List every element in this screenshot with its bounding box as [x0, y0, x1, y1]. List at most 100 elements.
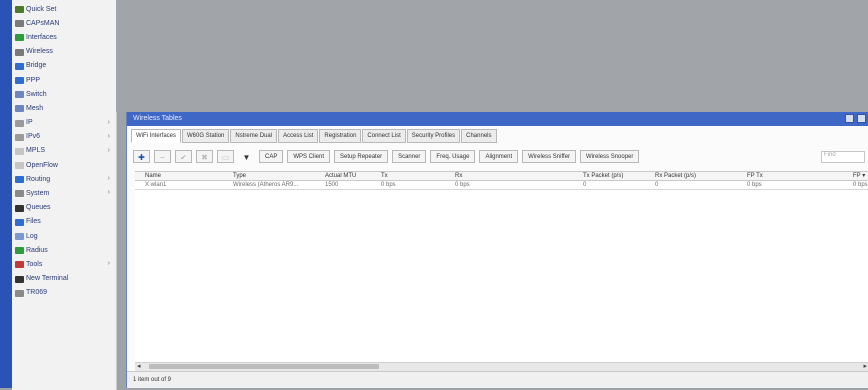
bridge-icon — [15, 62, 24, 70]
tab-connect-list[interactable]: Connect List — [362, 129, 406, 143]
sidebar-item-label: Routing — [26, 175, 51, 183]
column-header[interactable]: Tx Packet (p/s) — [583, 172, 623, 181]
sidebar-item-ip[interactable]: IP › — [12, 116, 116, 130]
column-header[interactable]: Actual MTU — [325, 172, 356, 181]
files-icon — [15, 218, 24, 226]
sidebar-item-tools[interactable]: Tools › — [12, 257, 116, 271]
sidebar-item-radius[interactable]: Radius — [12, 243, 116, 257]
cap-button[interactable]: CAP — [259, 149, 284, 163]
sidebar-item-label: Tools — [26, 260, 43, 268]
horizontal-scrollbar[interactable]: ◂ ▸ — [135, 362, 868, 371]
sidebar-item-label: Mesh — [26, 104, 44, 112]
interfaces-icon — [15, 34, 24, 42]
column-header[interactable]: Name — [145, 172, 161, 181]
window-restore-button[interactable] — [845, 114, 854, 123]
winbox-app: Quick Set CAPsMAN Interfaces Wireless Bridge… — [0, 0, 868, 390]
add-button[interactable]: ✚ — [133, 149, 150, 163]
sidebar-item-wireless[interactable]: Wireless — [12, 45, 116, 59]
mesh-icon — [15, 105, 24, 113]
tab-access-list[interactable]: Access List — [278, 129, 319, 143]
alignment-button[interactable]: Alignment — [479, 149, 519, 163]
routing-icon — [15, 176, 24, 184]
table-cell: 1500 — [325, 182, 339, 188]
sidebar-item-routing[interactable]: Routing › — [12, 172, 116, 186]
sidebar-item-label: Queues — [26, 204, 51, 212]
table-cell: 0 bps — [381, 182, 396, 188]
window-close-button[interactable] — [857, 114, 866, 123]
column-header[interactable]: Tx — [381, 172, 388, 181]
tab-w60g-station[interactable]: W60G Station — [182, 129, 230, 143]
column-header[interactable]: Rx Packet (p/s) — [655, 172, 696, 181]
enable-button[interactable]: ✔ — [175, 149, 192, 163]
scrollbar-thumb[interactable] — [149, 364, 379, 369]
capsman-icon — [15, 20, 24, 28]
sidebar-item-ppp[interactable]: PPP — [12, 73, 116, 87]
item-count-status: 1 item out of 9 — [133, 377, 172, 383]
wireless-tables-window: Wireless Tables WiFi Interfaces W60G Stat… — [126, 112, 868, 388]
sidebar-item-label: System — [26, 190, 50, 198]
wireless-icon — [15, 48, 24, 56]
window-title: Wireless Tables — [133, 115, 182, 122]
sidebar-item-ipv6[interactable]: IPv6 › — [12, 130, 116, 144]
sidebar-item-bridge[interactable]: Bridge — [12, 59, 116, 73]
toolbar: ✚ − ✔ ✖ ▭ ▼ CAP WPS Client Setup Repeater S… — [133, 148, 643, 164]
comment-icon: ▭ — [221, 152, 230, 162]
ip-icon — [15, 119, 24, 127]
table-row[interactable]: X wlan1 Wireless (Atheros AR9... 1500 0 bps… — [135, 181, 868, 190]
sidebar-item-new-terminal[interactable]: New Terminal — [12, 272, 116, 286]
chevron-right-icon: › — [107, 132, 110, 140]
tab-wifi-interfaces[interactable]: WiFi Interfaces — [131, 129, 182, 143]
sidebar-item-quick-set[interactable]: Quick Set — [12, 2, 116, 16]
sidebar-item-label: PPP — [26, 76, 41, 84]
sidebar-item-label: IP — [26, 119, 33, 127]
sidebar-item-system[interactable]: System › — [12, 186, 116, 200]
plus-icon: ✚ — [138, 152, 145, 162]
table-cell: X wlan1 — [145, 182, 167, 188]
sidebar-item-queues[interactable]: Queues — [12, 201, 116, 215]
tab-registration[interactable]: Registration — [319, 129, 362, 143]
sidebar-item-log[interactable]: Log — [12, 229, 116, 243]
comment-button[interactable]: ▭ — [217, 149, 234, 163]
setup-repeater-button[interactable]: Setup Repeater — [334, 149, 389, 163]
tab-nstreme-dual[interactable]: Nstreme Dual — [230, 129, 278, 143]
workspace-backdrop — [116, 0, 868, 112]
sidebar-item-switch[interactable]: Switch — [12, 87, 116, 101]
table-cell: Wireless (Atheros AR9... — [233, 182, 299, 188]
column-header[interactable]: FP ▾ — [853, 172, 865, 181]
cross-icon: ✖ — [201, 152, 208, 162]
chevron-right-icon: › — [107, 189, 110, 197]
sidebar-item-files[interactable]: Files — [12, 215, 116, 229]
window-titlebar[interactable]: Wireless Tables — [127, 112, 868, 126]
mpls-icon — [15, 147, 24, 155]
sidebar-item-capsman[interactable]: CAPsMAN — [12, 16, 116, 30]
filter-button[interactable]: ▼ — [238, 150, 255, 163]
sidebar-item-openflow[interactable]: OpenFlow — [12, 158, 116, 172]
table-cell: 0 bps — [455, 182, 470, 188]
sidebar-item-mesh[interactable]: Mesh — [12, 101, 116, 115]
sidebar-item-interfaces[interactable]: Interfaces — [12, 30, 116, 44]
remove-button[interactable]: − — [154, 149, 171, 163]
column-header[interactable]: FP Tx — [747, 172, 763, 181]
ppp-icon — [15, 76, 24, 84]
scroll-left-icon[interactable]: ◂ — [137, 362, 141, 370]
sidebar-item-mpls[interactable]: MPLS › — [12, 144, 116, 158]
wireless-tabs: WiFi Interfaces W60G Station Nstreme Dual A… — [131, 129, 498, 143]
sidebar-item-tr069[interactable]: TR069 — [12, 286, 116, 300]
tab-security-profiles[interactable]: Security Profiles — [406, 129, 461, 143]
tab-channels[interactable]: Channels — [461, 129, 497, 143]
wps-client-button[interactable]: WPS Client — [287, 149, 331, 163]
disable-button[interactable]: ✖ — [196, 149, 213, 163]
scanner-button[interactable]: Scanner — [392, 149, 427, 163]
scroll-right-icon[interactable]: ▸ — [863, 362, 867, 370]
system-icon — [15, 190, 24, 198]
table-cell: 0 bps — [747, 182, 762, 188]
wireless-sniffer-button[interactable]: Wireless Sniffer — [522, 149, 577, 163]
sidebar-item-label: Switch — [26, 90, 47, 98]
freq-usage-button[interactable]: Freq. Usage — [430, 149, 476, 163]
chevron-right-icon: › — [107, 146, 110, 154]
wireless-snooper-button[interactable]: Wireless Snooper — [580, 149, 640, 163]
column-header[interactable]: Type — [233, 172, 246, 181]
find-input[interactable]: Find — [821, 151, 865, 163]
check-icon: ✔ — [180, 152, 187, 162]
column-header[interactable]: Rx — [455, 172, 462, 181]
